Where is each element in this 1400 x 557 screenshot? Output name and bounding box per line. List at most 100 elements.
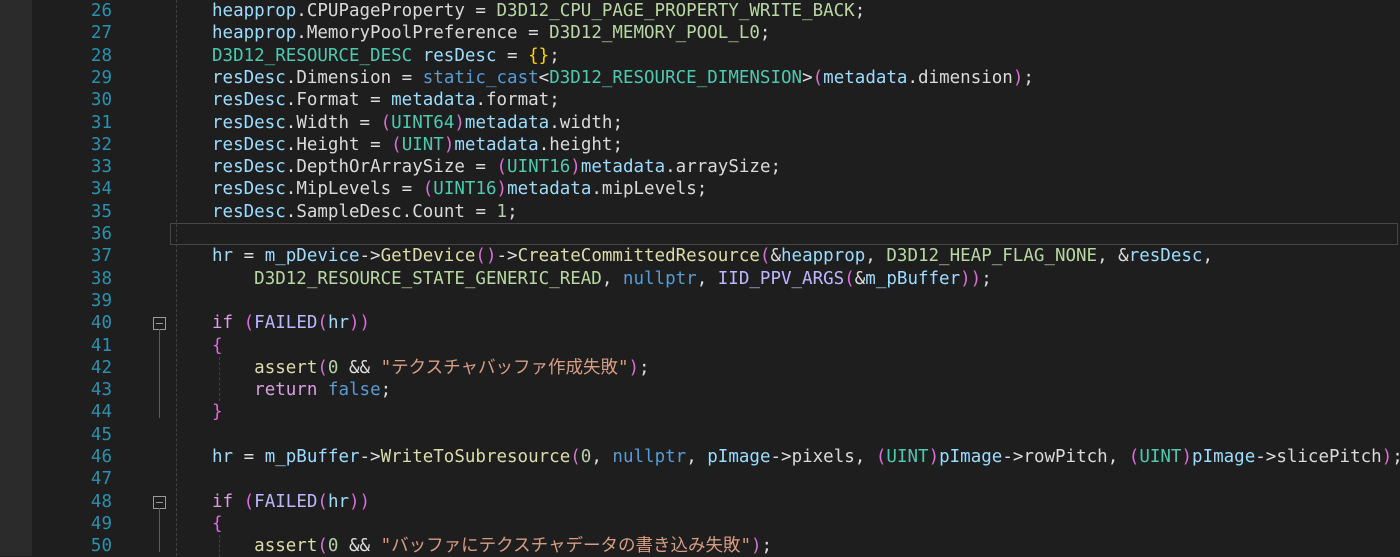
code-token: m_pBuffer xyxy=(865,268,961,289)
code-token: ( xyxy=(875,447,887,467)
code-token: ; xyxy=(854,1,866,21)
code-line[interactable]: 49 { xyxy=(0,513,1400,535)
code-line[interactable]: 44} xyxy=(0,401,1400,423)
line-number: 32 xyxy=(90,134,112,155)
code-line[interactable]: 37 hr = m_pDevice->GetDevice()->CreateCom… xyxy=(0,245,1400,267)
code-line[interactable]: 26 heapprop.CPUPageProperty = D3D12_CPU_P… xyxy=(0,0,1400,22)
code-line[interactable]: 48 if (FAILED(hr)) xyxy=(0,491,1400,513)
code-token: ; xyxy=(761,536,773,557)
code-token: CreateCommittedResource xyxy=(517,246,760,267)
code-token: , xyxy=(686,447,708,467)
line-number: 47 xyxy=(90,469,112,490)
code-line[interactable]: 34 resDesc.MipLevels = (UINT16)metadata.m… xyxy=(0,178,1400,200)
code-token: resDesc xyxy=(212,90,286,111)
code-line[interactable]: 45 xyxy=(0,424,1400,446)
line-number: 48 xyxy=(90,491,112,512)
code-token: ) xyxy=(496,179,508,200)
line-number: 40 xyxy=(90,313,112,334)
code-line[interactable]: 30 resDesc.Format = metadata.format; xyxy=(0,89,1400,111)
code-token: assert xyxy=(254,357,318,378)
code-token: ; xyxy=(549,45,560,66)
code-line[interactable]: 42 assert(0 && "テクスチャバッファ作成失敗"); xyxy=(0,357,1400,379)
line-number: 41 xyxy=(90,335,112,356)
code-line[interactable]: 33 resDesc.DepthOrArraySize = (UINT16)met… xyxy=(0,156,1400,178)
code-text: if (FAILED(hr)) xyxy=(212,491,370,513)
code-token: . xyxy=(285,157,297,178)
code-line[interactable]: 32 resDesc.Height = (UINT)metadata.height… xyxy=(0,134,1400,156)
code-line[interactable]: 46 hr = m_pBuffer->WriteToSubresource(0, … xyxy=(0,446,1400,468)
code-token: rowPitch xyxy=(1023,447,1108,467)
code-token: hr xyxy=(327,491,350,512)
code-line[interactable]: 28 D3D12_RESOURCE_DESC resDesc = {}; xyxy=(0,45,1400,67)
code-token: WriteToSubresource xyxy=(380,447,571,467)
code-text: return false; xyxy=(212,379,391,401)
code-text: assert(0 && "テクスチャバッファ作成失敗"); xyxy=(212,357,649,379)
code-token: nullptr xyxy=(622,268,697,289)
code-token: ) xyxy=(1012,67,1024,88)
code-token: metadata xyxy=(464,112,550,133)
code-token: Width xyxy=(296,112,349,133)
code-token: metadata xyxy=(507,179,592,200)
code-token: = xyxy=(517,23,550,44)
code-token: false xyxy=(327,380,381,401)
code-token: ; xyxy=(549,90,560,111)
code-token: mipLevels xyxy=(601,179,697,200)
code-token: D3D12_HEAP_FLAG_NONE xyxy=(886,246,1098,267)
code-token: . xyxy=(665,157,676,178)
code-token: () xyxy=(475,246,497,267)
code-token: . xyxy=(296,23,307,44)
code-token: hr xyxy=(327,313,350,334)
code-token: = xyxy=(233,246,265,267)
code-token: ; xyxy=(1023,67,1034,88)
code-editor[interactable]: 26 heapprop.CPUPageProperty = D3D12_CPU_P… xyxy=(0,0,1400,557)
code-text: } xyxy=(212,401,223,423)
line-number: 35 xyxy=(90,201,112,222)
code-token: UINT16 xyxy=(507,157,571,178)
code-token: UINT xyxy=(886,447,929,467)
code-text: heapprop.MemoryPoolPreference = D3D12_ME… xyxy=(212,22,770,44)
code-text: D3D12_RESOURCE_STATE_GENERIC_READ, nullp… xyxy=(212,268,992,290)
code-line[interactable]: 36 xyxy=(0,223,1400,245)
code-token: { xyxy=(212,513,223,534)
code-token: D3D12_RESOURCE_STATE_GENERIC_READ xyxy=(254,268,602,289)
code-line[interactable]: 47 xyxy=(0,468,1400,490)
code-line[interactable]: 39 xyxy=(0,290,1400,312)
code-line[interactable]: 29 resDesc.Dimension = static_cast<D3D12_… xyxy=(0,67,1400,89)
code-token: Count xyxy=(412,201,465,222)
code-token: ( xyxy=(243,491,255,512)
code-token: ) xyxy=(570,157,581,178)
code-token: , xyxy=(696,268,718,289)
code-line[interactable]: 41 { xyxy=(0,335,1400,357)
code-token: & xyxy=(770,246,781,267)
code-token: ( xyxy=(1128,447,1140,467)
code-line[interactable]: 43 return false; xyxy=(0,379,1400,401)
code-token: hr xyxy=(212,447,234,467)
code-token: = xyxy=(464,1,497,21)
code-token: ) xyxy=(454,112,465,133)
code-token: ( xyxy=(422,179,434,200)
code-text: resDesc.Format = metadata.format; xyxy=(212,89,560,111)
code-line[interactable]: 31 resDesc.Width = (UINT64)metadata.width… xyxy=(0,112,1400,134)
code-token: 0 xyxy=(327,357,339,378)
code-token: "テクスチャバッファ作成失敗" xyxy=(380,357,629,378)
code-token: ; xyxy=(770,157,782,178)
code-token: )) xyxy=(960,268,982,289)
code-text: hr = m_pBuffer->WriteToSubresource(0, nu… xyxy=(212,446,1400,468)
code-token: ) xyxy=(751,536,762,557)
code-token: resDesc xyxy=(212,179,286,200)
code-line[interactable]: 35 resDesc.SampleDesc.Count = 1; xyxy=(0,201,1400,223)
code-line[interactable]: 27 heapprop.MemoryPoolPreference = D3D12_… xyxy=(0,22,1400,44)
code-text: heapprop.CPUPageProperty = D3D12_CPU_PAG… xyxy=(212,0,865,22)
code-line[interactable]: 50 assert(0 && "バッファにテクスチャデータの書き込み失敗"); xyxy=(0,535,1400,557)
line-number: 50 xyxy=(90,536,112,557)
code-token: = xyxy=(233,447,265,467)
code-line[interactable]: 40 if (FAILED(hr)) xyxy=(0,312,1400,334)
code-text: resDesc.SampleDesc.Count = 1; xyxy=(212,201,518,223)
code-token: ; xyxy=(981,268,992,289)
line-number: 33 xyxy=(90,157,112,178)
code-line[interactable]: 38 D3D12_RESOURCE_STATE_GENERIC_READ, nu… xyxy=(0,268,1400,290)
code-token: ; xyxy=(1392,447,1400,467)
code-token: 0 xyxy=(580,447,592,467)
